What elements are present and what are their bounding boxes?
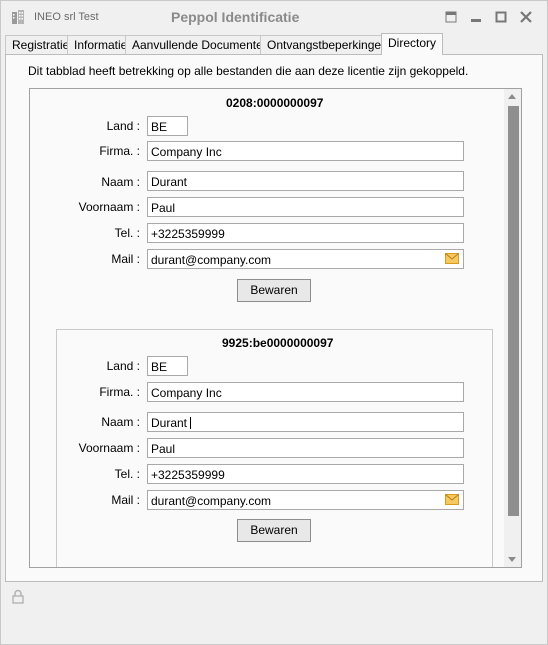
tel-label: Tel. : — [114, 226, 140, 240]
vertical-scrollbar[interactable] — [504, 89, 521, 567]
mail-label: Mail : — [111, 252, 140, 266]
lock-icon — [12, 589, 24, 604]
firma-field[interactable]: Company Inc — [147, 141, 464, 161]
close-icon[interactable] — [518, 9, 534, 25]
minimize-icon[interactable] — [468, 9, 484, 25]
voornaam-label: Voornaam : — [78, 200, 140, 214]
voornaam-field[interactable]: Paul — [147, 197, 464, 217]
entry-identifier: 9925:be0000000097 — [222, 336, 334, 350]
land-field[interactable]: BE — [147, 356, 188, 376]
scroll-down-arrow-icon[interactable] — [508, 557, 516, 562]
directory-tab-page: Dit tabblad heeft betrekking op alle bes… — [5, 54, 543, 582]
naam-field[interactable]: Durant — [147, 412, 464, 432]
title-bar[interactable]: INEO srl Test Peppol Identificatie — [1, 1, 547, 33]
save-button[interactable]: Bewaren — [237, 279, 311, 302]
envelope-icon[interactable] — [445, 253, 459, 264]
tel-label: Tel. : — [114, 467, 140, 481]
firma-field[interactable]: Company Inc — [147, 382, 464, 402]
firma-label: Firma. : — [99, 385, 140, 399]
mail-field[interactable]: durant@company.com — [147, 249, 464, 269]
mail-value: durant@company.com — [151, 253, 272, 267]
tab-aanvullende-documenten[interactable]: Aanvullende Documenten — [125, 35, 277, 54]
tel-field[interactable]: +3225359999 — [147, 223, 464, 243]
tab-directory[interactable]: Directory — [381, 33, 444, 55]
text-caret — [190, 417, 192, 429]
directory-entry: 9925:be0000000097 Land : BE Firma. : Com… — [56, 329, 493, 567]
scrollbar-thumb[interactable] — [508, 106, 519, 516]
land-field[interactable]: BE — [147, 116, 188, 136]
window-title: Peppol Identificatie — [171, 9, 300, 25]
firma-label: Firma. : — [99, 144, 140, 158]
mail-value: durant@company.com — [151, 494, 272, 508]
naam-label: Naam : — [101, 175, 140, 189]
scroll-up-arrow-icon[interactable] — [508, 94, 516, 99]
save-button[interactable]: Bewaren — [237, 519, 311, 542]
land-label: Land : — [106, 119, 140, 133]
envelope-icon[interactable] — [445, 494, 459, 505]
building-icon — [12, 10, 24, 24]
tab-ontvangstbeperkingen[interactable]: Ontvangstbeperkingen — [260, 35, 395, 54]
naam-label: Naam : — [101, 415, 140, 429]
tel-field[interactable]: +3225359999 — [147, 464, 464, 484]
app-name: INEO srl Test — [34, 11, 99, 23]
entry-identifier: 0208:0000000097 — [226, 96, 324, 110]
voornaam-label: Voornaam : — [78, 441, 140, 455]
naam-field[interactable]: Durant — [147, 171, 464, 191]
mail-label: Mail : — [111, 493, 140, 507]
restore-icon[interactable] — [443, 9, 459, 25]
directory-entry: 0208:0000000097 Land : BE Firma. : Compa… — [30, 89, 506, 302]
voornaam-field[interactable]: Paul — [147, 438, 464, 458]
naam-value: Durant — [151, 416, 188, 430]
land-label: Land : — [106, 359, 140, 373]
mail-field[interactable]: durant@company.com — [147, 490, 464, 510]
entries-scroll-panel[interactable]: 0208:0000000097 Land : BE Firma. : Compa… — [29, 88, 522, 568]
peppol-window: INEO srl Test Peppol Identificatie Regis… — [0, 0, 548, 645]
maximize-icon[interactable] — [493, 9, 509, 25]
tab-registratie[interactable]: Registratie — [5, 35, 77, 54]
info-text: Dit tabblad heeft betrekking op alle bes… — [28, 64, 469, 78]
